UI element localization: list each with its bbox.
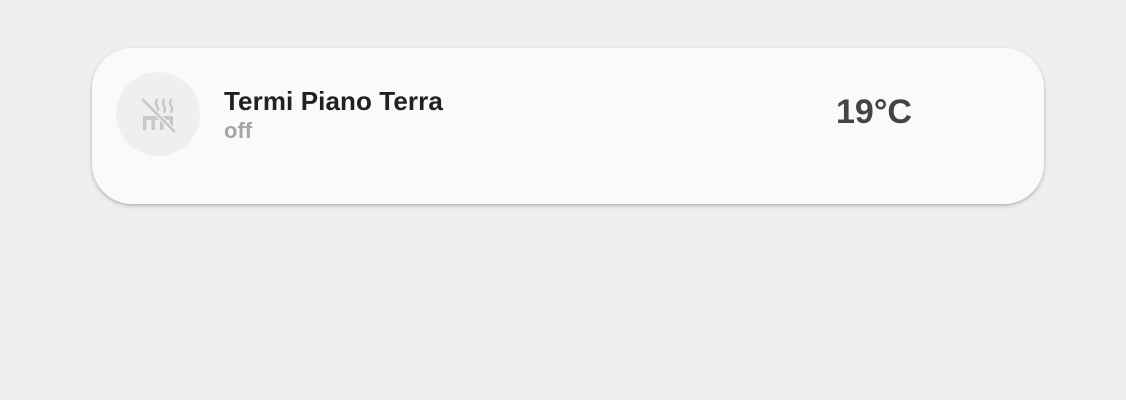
entity-state: off xyxy=(224,118,253,143)
thermostat-card[interactable]: Termi Piano Terra off 19°C xyxy=(92,48,1044,204)
radiator-off-icon-glyph xyxy=(141,98,176,133)
radiator-off-icon[interactable] xyxy=(116,72,200,156)
entity-name: Termi Piano Terra xyxy=(224,86,443,116)
current-temperature: 19°C xyxy=(836,93,912,131)
